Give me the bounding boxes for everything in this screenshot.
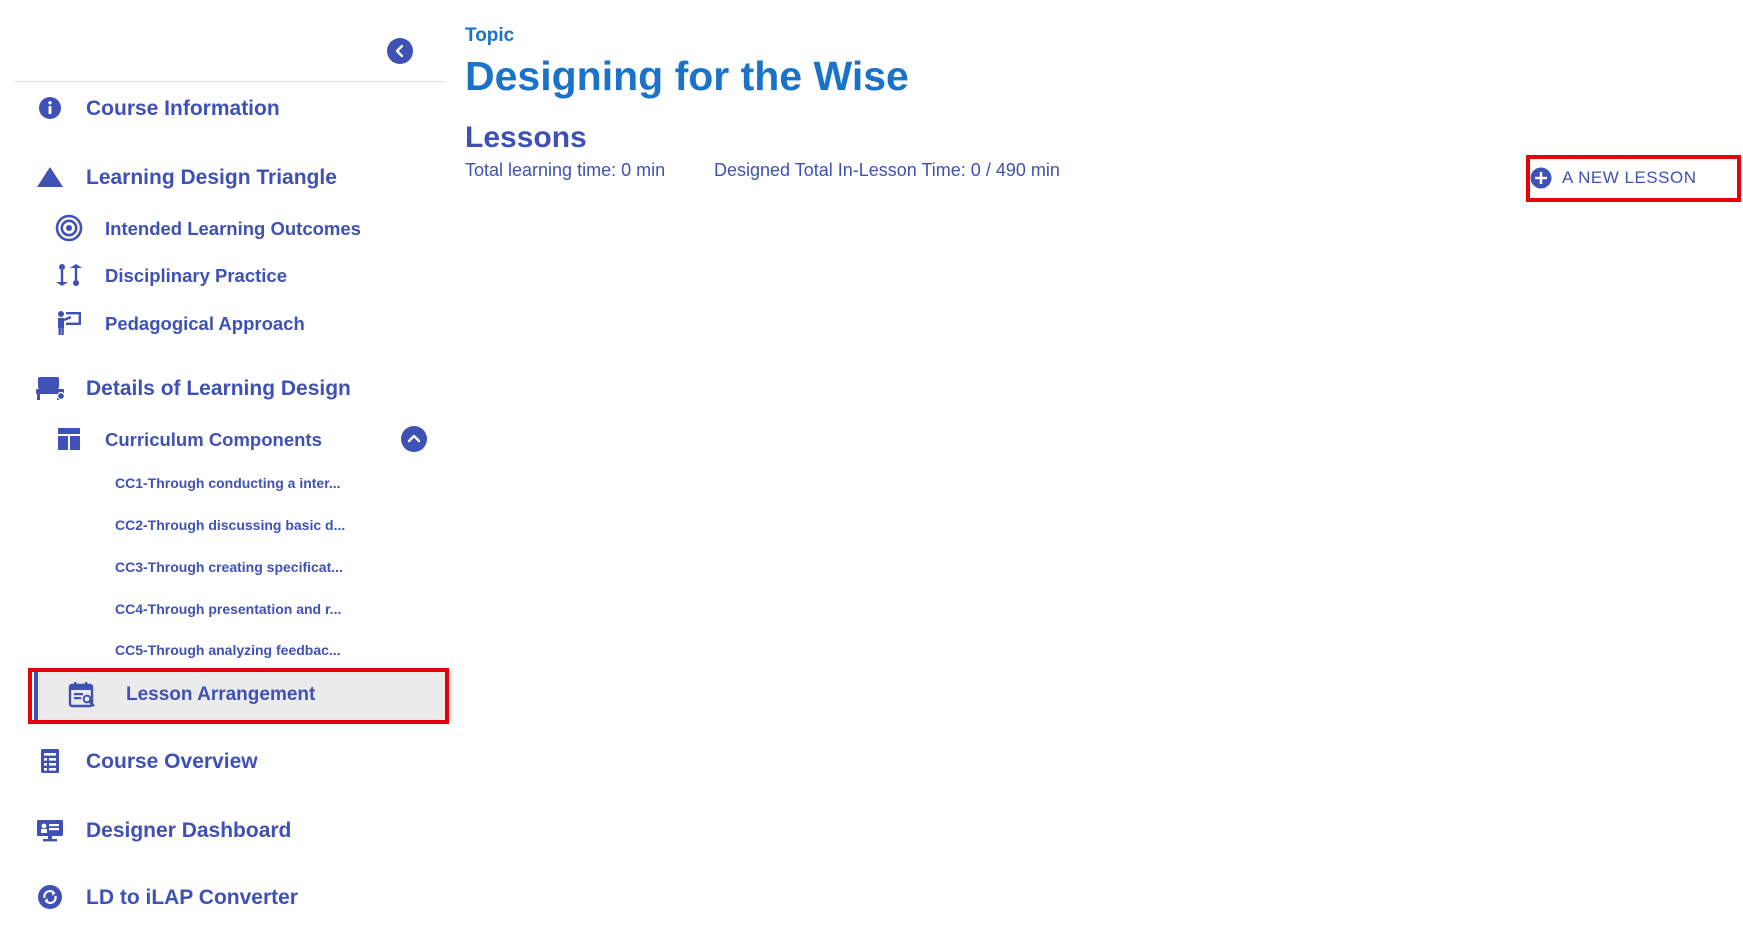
sidebar-item-label: Course Overview (86, 750, 258, 773)
sidebar-item-learning-design-triangle[interactable]: Learning Design Triangle (15, 162, 445, 192)
sidebar-item-designer-dashboard[interactable]: Designer Dashboard (15, 815, 445, 845)
calendar-edit-icon (67, 680, 97, 710)
sidebar-item-label: Designer Dashboard (86, 819, 292, 842)
total-learning-time: Total learning time: 0 min (465, 160, 666, 180)
sync-icon (35, 882, 65, 912)
swap-vert-icon (54, 260, 84, 290)
sidebar-subitem-label: CC3-Through creating specificat... (115, 559, 343, 575)
sidebar-subitem-cc3[interactable]: CC3-Through creating specificat... (15, 558, 445, 578)
sidebar-item-label: Lesson Arrangement (126, 684, 316, 705)
add-new-lesson-label: A NEW LESSON (1562, 168, 1697, 187)
sidebar-subitem-cc5[interactable]: CC5-Through analyzing feedbac... (15, 641, 445, 661)
sidebar-item-label: Intended Learning Outcomes (105, 218, 361, 239)
sidebar-item-course-overview[interactable]: Course Overview (15, 746, 445, 776)
sidebar-item-label: Pedagogical Approach (105, 313, 305, 334)
info-icon (35, 93, 65, 123)
sidebar-item-label: Learning Design Triangle (86, 166, 337, 189)
chevron-up-icon (407, 434, 421, 443)
dashboard-layout-icon (54, 424, 84, 454)
sidebar-item-disciplinary-practice[interactable]: Disciplinary Practice (15, 260, 445, 290)
sidebar-item-curriculum-components[interactable]: Curriculum Components (15, 424, 375, 454)
sidebar-item-pedagogical-approach[interactable]: Pedagogical Approach (15, 308, 445, 338)
sidebar-item-label: Details of Learning Design (86, 377, 351, 400)
sidebar-item-label: Course Information (86, 97, 280, 120)
sidebar-item-lesson-arrangement[interactable]: Lesson Arrangement (34, 671, 453, 721)
sidebar-item-label: Curriculum Components (105, 429, 322, 450)
presentation-icon (35, 815, 65, 845)
sidebar-item-ld-to-ilap-converter[interactable]: LD to iLAP Converter (15, 882, 445, 912)
chevron-left-icon (395, 44, 404, 58)
collapse-sidebar-button[interactable] (387, 38, 413, 64)
sidebar-item-label: LD to iLAP Converter (86, 886, 298, 909)
sidebar-subitem-cc1[interactable]: CC1-Through conducting a inter... (15, 474, 445, 494)
sidebar-subitem-label: CC5-Through analyzing feedbac... (115, 642, 341, 658)
page-title: Designing for the Wise (465, 53, 909, 99)
sidebar-item-course-information[interactable]: Course Information (15, 93, 445, 123)
sidebar-subitem-label: CC2-Through discussing basic d... (115, 517, 346, 533)
add-new-lesson-button[interactable]: A NEW LESSON (1530, 158, 1696, 198)
target-icon (54, 213, 84, 243)
desk-icon (35, 373, 65, 403)
sidebar-item-intended-learning-outcomes[interactable]: Intended Learning Outcomes (15, 213, 445, 243)
sidebar-subitem-cc4[interactable]: CC4-Through presentation and r... (15, 600, 445, 620)
sidebar-subitem-label: CC4-Through presentation and r... (115, 601, 342, 617)
sidebar-divider (15, 81, 445, 82)
sidebar: Course Information Learning Design Trian… (15, 0, 453, 937)
lessons-heading: Lessons (465, 121, 587, 154)
sidebar-subitem-cc2[interactable]: CC2-Through discussing basic d... (15, 516, 445, 536)
teacher-board-icon (54, 308, 84, 338)
sidebar-item-details-of-learning-design[interactable]: Details of Learning Design (15, 373, 445, 403)
sidebar-item-label: Disciplinary Practice (105, 265, 288, 286)
document-list-icon (35, 746, 65, 776)
main-content: Topic Designing for the Wise Lessons Tot… (465, 0, 1743, 937)
topic-label: Topic (465, 25, 515, 46)
add-circle-icon (1530, 167, 1552, 189)
curriculum-components-collapse-button[interactable] (401, 426, 427, 452)
sidebar-subitem-label: CC1-Through conducting a inter... (115, 475, 341, 491)
triangle-icon (35, 162, 65, 192)
designed-total-in-lesson-time: Designed Total In-Lesson Time: 0 / 490 m… (714, 160, 1060, 180)
